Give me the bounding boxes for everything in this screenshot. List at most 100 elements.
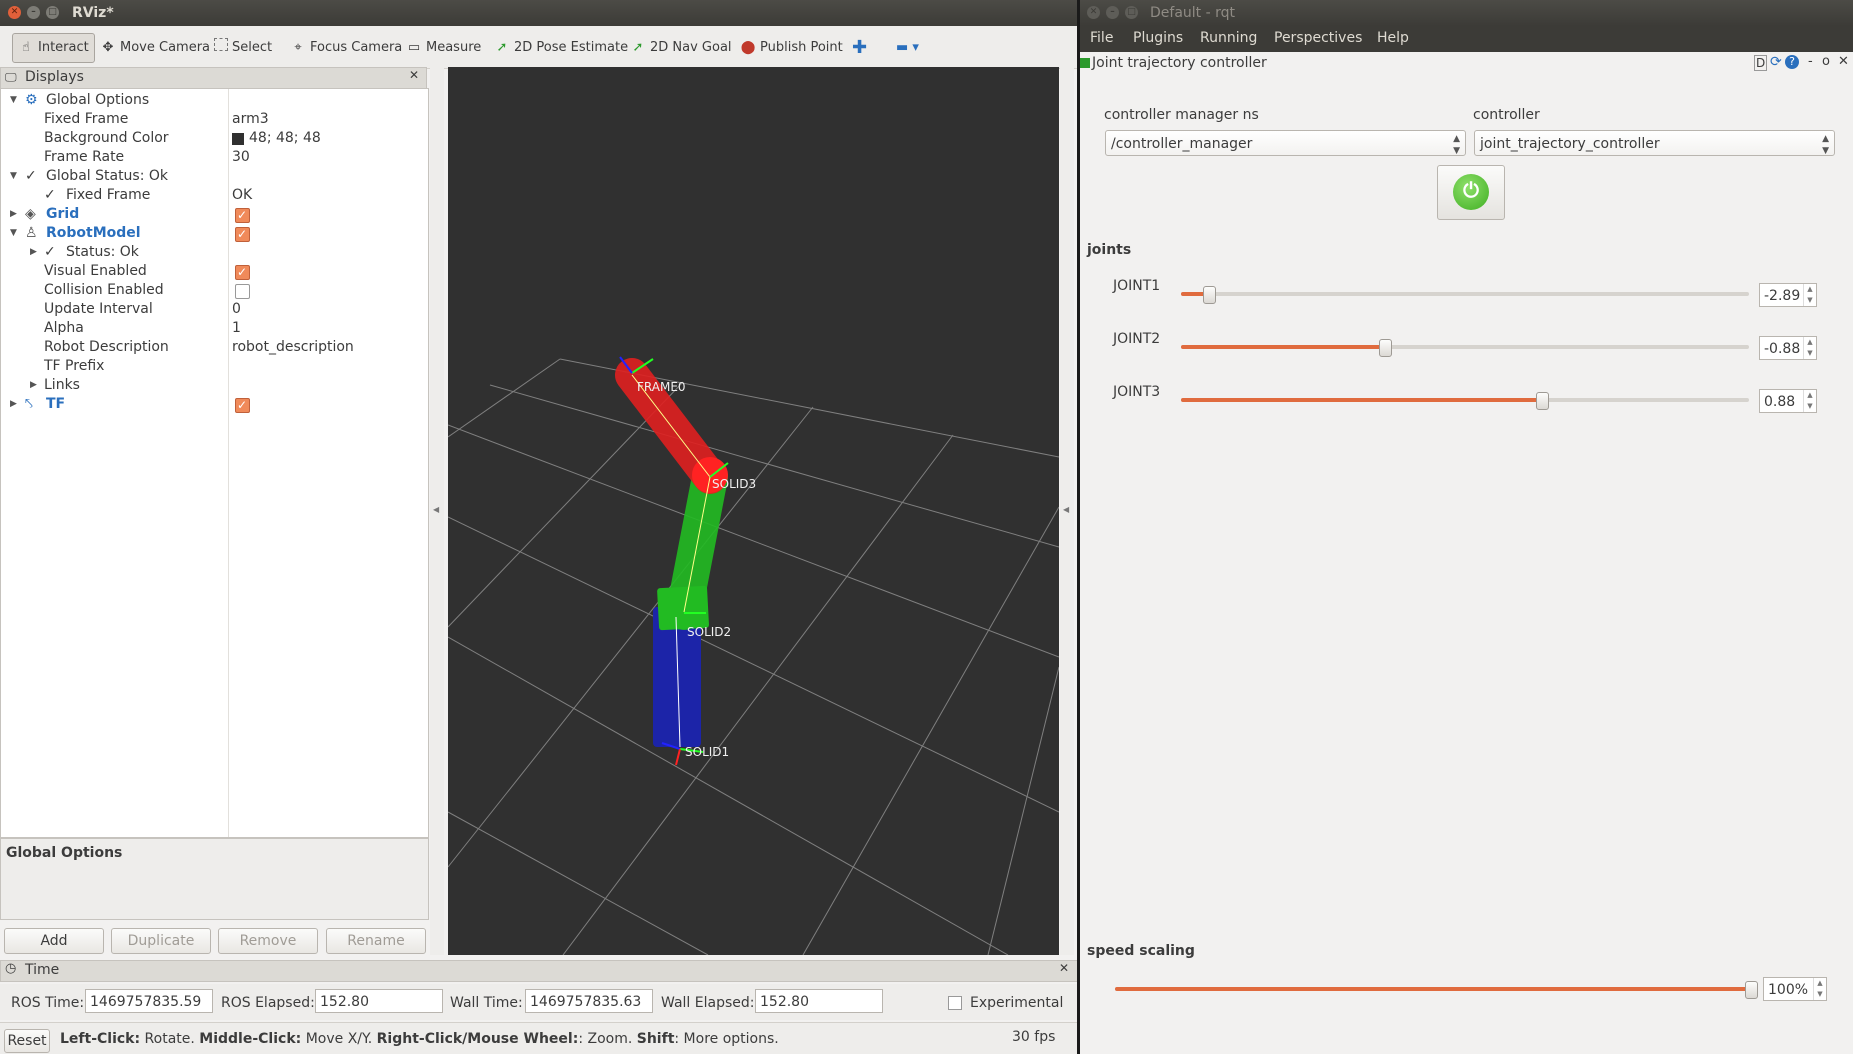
tree-row-tf-prefix[interactable]: TF Prefix xyxy=(1,357,428,376)
close-plugin-icon[interactable]: ✕ xyxy=(1838,54,1849,69)
joint-slider-handle[interactable] xyxy=(1379,339,1393,357)
reload-icon[interactable]: ⟳ xyxy=(1770,54,1782,70)
ros-elapsed-field[interactable]: 152.80 xyxy=(315,989,443,1013)
tree-row-global-options[interactable]: ▼ ⚙ Global Options xyxy=(1,91,428,110)
publish-point-tool-button[interactable]: ⬤ Publish Point xyxy=(740,35,843,61)
minimize-icon[interactable]: – xyxy=(1106,6,1119,19)
background-color-value[interactable]: 48; 48; 48 xyxy=(249,129,321,148)
tree-row-grid[interactable]: ▶ ◈ Grid xyxy=(1,205,428,225)
controller-manager-ns-combo[interactable]: /controller_manager ▲ ▼ xyxy=(1105,130,1466,156)
tree-row-visual-enabled[interactable]: Visual Enabled xyxy=(1,262,428,282)
tree-row-update-interval[interactable]: Update Interval 0 xyxy=(1,300,428,319)
tree-row-robot-model[interactable]: ▼ ♙ RobotModel xyxy=(1,224,428,244)
collision-enabled-checkbox[interactable] xyxy=(235,284,250,299)
move-camera-tool-button[interactable]: ✥ Move Camera xyxy=(100,35,210,61)
controller-combo[interactable]: joint_trajectory_controller ▲ ▼ xyxy=(1474,130,1835,156)
collapsed-arrow-icon[interactable]: ▶ xyxy=(30,243,37,262)
tree-row-fixed-frame-status[interactable]: ✓ Fixed Frame OK xyxy=(1,186,428,205)
nav-goal-tool-button[interactable]: ➚ 2D Nav Goal xyxy=(630,35,732,61)
duplicate-button[interactable]: Duplicate xyxy=(111,928,211,954)
wall-time-field[interactable]: 1469757835.63 xyxy=(525,989,653,1013)
spinner-arrows-icon[interactable]: ▲ ▼ xyxy=(1803,284,1816,306)
right-splitter[interactable]: ◀ xyxy=(1060,67,1074,955)
tree-row-robot-status[interactable]: ▶ ✓ Status: Ok xyxy=(1,243,428,262)
add-button[interactable]: Add xyxy=(4,928,104,954)
minimize-plugin-icon[interactable]: - xyxy=(1808,54,1813,69)
speed-slider-handle[interactable] xyxy=(1745,981,1758,999)
grid-enabled-checkbox[interactable] xyxy=(235,206,250,225)
dock-icon[interactable]: D xyxy=(1754,55,1768,71)
focus-camera-label: Focus Camera xyxy=(310,40,403,55)
power-icon: ⏻ xyxy=(1453,174,1489,210)
3d-viewport[interactable]: FRAME0 SOLID3 SOLID2 SOLID1 xyxy=(448,67,1059,955)
menu-plugins[interactable]: Plugins xyxy=(1133,30,1183,46)
menu-file[interactable]: File xyxy=(1090,30,1113,46)
joint-value-spinbox[interactable]: -0.88 ▲ ▼ xyxy=(1759,336,1817,360)
close-panel-icon[interactable]: ✕ xyxy=(1059,961,1069,975)
spinner-arrows-icon[interactable]: ▲ ▼ xyxy=(1803,390,1816,412)
update-interval-value[interactable]: 0 xyxy=(232,300,241,319)
close-icon[interactable]: ✕ xyxy=(8,6,21,19)
tree-row-collision-enabled[interactable]: Collision Enabled xyxy=(1,281,428,300)
focus-camera-tool-button[interactable]: ⌖ Focus Camera xyxy=(290,35,402,61)
joint-slider-handle[interactable] xyxy=(1535,392,1549,410)
joint-value-spinbox[interactable]: -2.89 ▲ ▼ xyxy=(1759,283,1817,307)
tf-enabled-checkbox[interactable] xyxy=(235,396,250,415)
interact-tool-button[interactable]: ☝ Interact xyxy=(12,33,95,63)
expanded-arrow-icon[interactable]: ▼ xyxy=(10,167,17,186)
tree-row-robot-description[interactable]: Robot Description robot_description xyxy=(1,338,428,357)
menu-perspectives[interactable]: Perspectives xyxy=(1274,30,1362,46)
alpha-value[interactable]: 1 xyxy=(232,319,241,338)
menu-running[interactable]: Running xyxy=(1200,30,1257,46)
joint-slider-track[interactable] xyxy=(1181,292,1749,296)
fixed-frame-value[interactable]: arm3 xyxy=(232,110,269,129)
left-splitter[interactable]: ◀ xyxy=(430,67,444,955)
robot-description-value[interactable]: robot_description xyxy=(232,338,354,357)
select-tool-button[interactable]: Select xyxy=(214,35,272,61)
close-panel-icon[interactable]: ✕ xyxy=(409,68,419,82)
tree-row-background-color[interactable]: Background Color 48; 48; 48 xyxy=(1,129,428,148)
minimize-icon[interactable]: – xyxy=(27,6,40,19)
experimental-checkbox[interactable] xyxy=(948,996,962,1010)
collapsed-arrow-icon[interactable]: ▶ xyxy=(10,205,17,224)
maximize-icon[interactable]: □ xyxy=(46,6,59,19)
reset-button[interactable]: Reset xyxy=(4,1029,50,1053)
tree-row-links[interactable]: ▶ Links xyxy=(1,376,428,395)
collapsed-arrow-icon[interactable]: ▶ xyxy=(30,376,37,395)
ros-time-field[interactable]: 1469757835.59 xyxy=(85,989,213,1013)
close-icon[interactable]: ✕ xyxy=(1087,6,1100,19)
tree-row-alpha[interactable]: Alpha 1 xyxy=(1,319,428,338)
expanded-arrow-icon[interactable]: ▼ xyxy=(10,91,17,110)
tree-row-global-status[interactable]: ▼ ✓ Global Status: Ok xyxy=(1,167,428,186)
pose-estimate-tool-button[interactable]: ➚ 2D Pose Estimate xyxy=(494,35,629,61)
measure-tool-button[interactable]: ▭ Measure xyxy=(406,35,481,61)
tree-row-frame-rate[interactable]: Frame Rate 30 xyxy=(1,148,428,167)
time-title: Time xyxy=(25,962,60,978)
expanded-arrow-icon[interactable]: ▼ xyxy=(10,224,17,243)
robot-model-enabled-checkbox[interactable] xyxy=(235,225,250,244)
frame-rate-value[interactable]: 30 xyxy=(232,148,250,167)
rename-button[interactable]: Rename xyxy=(326,928,426,954)
menu-help[interactable]: Help xyxy=(1377,30,1409,46)
tree-row-fixed-frame[interactable]: Fixed Frame arm3 xyxy=(1,110,428,129)
help-icon[interactable]: ? xyxy=(1785,55,1799,69)
add-tool-icon[interactable]: ✚ xyxy=(852,35,867,61)
spinner-arrows-icon[interactable]: ▲ ▼ xyxy=(1803,337,1816,359)
move-icon: ✥ xyxy=(102,40,114,55)
wall-elapsed-field[interactable]: 152.80 xyxy=(755,989,883,1013)
green-arrow-icon: ➚ xyxy=(632,40,644,55)
remove-button[interactable]: Remove xyxy=(218,928,318,954)
visual-enabled-checkbox[interactable] xyxy=(235,263,250,282)
nav-goal-label: 2D Nav Goal xyxy=(650,40,732,55)
remove-tool-icon[interactable]: ▬ ▾ xyxy=(896,35,919,61)
tree-row-tf[interactable]: ▶ ⤣ TF xyxy=(1,395,428,415)
spinner-arrows-icon[interactable]: ▲ ▼ xyxy=(1813,978,1826,1000)
joint-value-spinbox[interactable]: 0.88 ▲ ▼ xyxy=(1759,389,1817,413)
collapsed-arrow-icon[interactable]: ▶ xyxy=(10,395,17,414)
speed-value-spinbox[interactable]: 100% ▲ ▼ xyxy=(1763,977,1827,1001)
enable-controller-button[interactable]: ⏻ xyxy=(1437,165,1505,220)
move-camera-label: Move Camera xyxy=(120,40,211,55)
maximize-icon[interactable]: □ xyxy=(1125,6,1138,19)
joint-slider-handle[interactable] xyxy=(1203,286,1217,304)
float-plugin-icon[interactable]: o xyxy=(1822,54,1830,69)
